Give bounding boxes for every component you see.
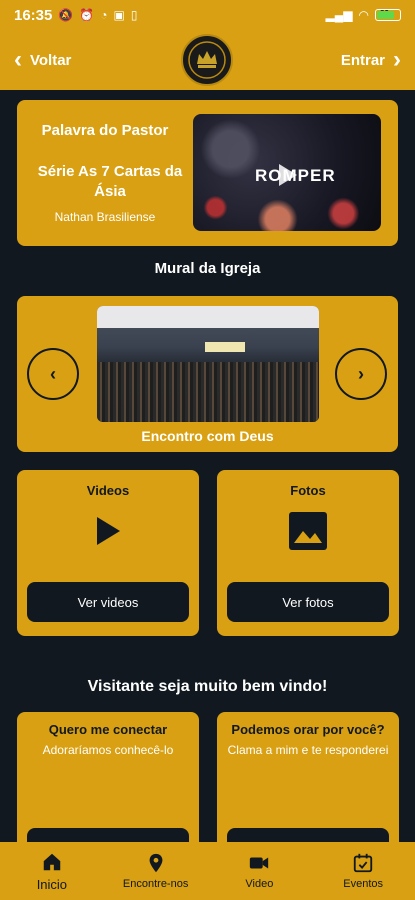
photo-ceiling <box>97 306 319 328</box>
nav-label-find-us: Encontre-nos <box>122 878 189 890</box>
photos-tile: Fotos Ver fotos <box>217 470 399 636</box>
nav-item-home[interactable]: Inicio <box>0 842 104 900</box>
nav-label-video: Video <box>245 878 274 890</box>
mural-title: Mural da Igreja <box>154 260 261 277</box>
mural-carousel: ‹ › Encontro com Deus <box>17 296 398 452</box>
nav-item-find-us[interactable]: Encontre-nos <box>104 842 208 900</box>
wifi-icon: ◠ <box>358 8 369 22</box>
bottom-navigation: Inicio Encontre-nos Video Eventos <box>0 842 415 900</box>
image-icon <box>287 510 329 552</box>
welcome-heading: Visitante seja muito bem vindo! <box>87 678 328 695</box>
see-videos-button[interactable]: Ver videos <box>27 582 189 622</box>
sim-icon: ▯ <box>130 8 138 22</box>
sermon-video-thumbnail[interactable]: ROMPER <box>193 114 381 231</box>
notifications-off-icon: 🔕 <box>58 8 74 22</box>
speaker-name: Nathan Brasiliense <box>54 210 156 224</box>
prayer-text: Clama a mim e te responderei <box>227 743 389 757</box>
pastor-card-title: Palavra do Pastor <box>41 122 169 139</box>
home-icon <box>43 853 61 870</box>
connect-title: Quero me conectar <box>48 722 168 737</box>
battery-icon: 89 <box>375 9 401 21</box>
chevron-left-icon: ‹ <box>14 46 22 73</box>
chevron-left-icon: ‹ <box>50 363 56 384</box>
prayer-card: Podemos orar por você? Clama a mim e te … <box>217 712 399 868</box>
see-photos-button[interactable]: Ver fotos <box>227 582 389 622</box>
location-pin-icon <box>149 853 163 873</box>
nav-label-events: Eventos <box>343 878 383 890</box>
carousel-next-button[interactable]: › <box>335 348 387 400</box>
app-notification-icon: ▣ <box>113 8 125 22</box>
connect-text: Adoraríamos conhecê-lo <box>42 743 174 757</box>
back-button[interactable]: ‹ Voltar <box>14 48 71 72</box>
videos-label: Videos <box>86 483 130 498</box>
app-header: ‹ Voltar Entrar › <box>0 30 415 90</box>
calendar-icon <box>353 853 373 873</box>
photo-crowd <box>97 362 319 422</box>
alarm-icon: ⏰ <box>79 8 95 22</box>
church-logo <box>181 34 233 86</box>
play-icon <box>87 510 129 552</box>
mural-caption: Encontro com Deus <box>141 428 274 444</box>
headset-icon: ◔ <box>100 8 108 22</box>
carousel-prev-button[interactable]: ‹ <box>27 348 79 400</box>
signal-icon: ▂▄▆ <box>325 8 353 22</box>
nav-label-home: Inicio <box>36 876 68 892</box>
photos-label: Fotos <box>290 483 326 498</box>
crown-logo-icon <box>188 41 226 79</box>
chevron-right-icon: › <box>358 363 364 384</box>
video-camera-icon <box>250 857 269 869</box>
sermon-series-title: Série As 7 Cartas da Ásia <box>37 163 183 200</box>
status-bar: 16:35 🔕 ⏰ ◔ ▣ ▯ ▂▄▆ ◠ 89 <box>0 0 415 30</box>
chevron-right-icon: › <box>393 46 401 73</box>
pastor-word-card[interactable]: Palavra do Pastor Série As 7 Cartas da Á… <box>17 100 398 246</box>
mural-photo[interactable] <box>97 306 319 422</box>
play-icon[interactable] <box>279 164 297 186</box>
prayer-title: Podemos orar por você? <box>231 722 385 737</box>
login-button[interactable]: Entrar › <box>341 48 401 72</box>
back-label: Voltar <box>30 51 72 69</box>
videos-tile: Videos Ver videos <box>17 470 199 636</box>
photo-banner <box>205 342 245 352</box>
status-time: 16:35 <box>14 6 53 24</box>
login-label: Entrar <box>340 51 385 69</box>
nav-item-video[interactable]: Video <box>208 842 312 900</box>
nav-item-events[interactable]: Eventos <box>311 842 415 900</box>
connect-card: Quero me conectar Adoraríamos conhecê-lo <box>17 712 199 868</box>
